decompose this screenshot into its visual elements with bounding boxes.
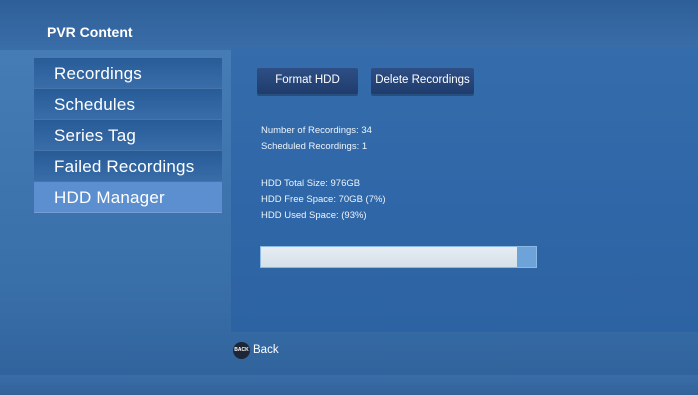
sidebar-item-failed-recordings[interactable]: Failed Recordings	[34, 151, 222, 182]
sidebar-item-recordings[interactable]: Recordings	[34, 58, 222, 89]
format-hdd-label: Format HDD	[275, 74, 340, 86]
sidebar-item-hdd-manager[interactable]: HDD Manager	[34, 182, 222, 213]
scheduled-count: Scheduled Recordings: 1	[261, 141, 368, 152]
hdd-usage-bar	[260, 246, 537, 268]
sidebar-item-label: Failed Recordings	[54, 157, 195, 176]
hdd-total-size: HDD Total Size: 976GB	[261, 178, 361, 189]
hdd-free-space: HDD Free Space: 70GB (7%)	[261, 194, 386, 205]
bottom-strip	[0, 375, 698, 395]
recordings-count: Number of Recordings: 34	[261, 125, 372, 136]
sidebar-item-label: HDD Manager	[54, 188, 165, 207]
back-label: Back	[253, 344, 279, 356]
sidebar-item-label: Schedules	[54, 95, 136, 114]
delete-recordings-label: Delete Recordings	[375, 74, 470, 86]
pvr-screen: PVR Content Recordings Schedules Series …	[0, 0, 698, 395]
delete-recordings-button[interactable]: Delete Recordings	[371, 68, 474, 94]
sidebar-item-label: Recordings	[54, 64, 142, 83]
sidebar-item-schedules[interactable]: Schedules	[34, 89, 222, 120]
back-icon: BACK	[233, 342, 250, 359]
page-title: PVR Content	[47, 24, 133, 40]
sidebar-item-label: Series Tag	[54, 126, 137, 145]
hdd-usage-fill	[261, 247, 517, 267]
sidebar-item-series-tag[interactable]: Series Tag	[34, 120, 222, 151]
hdd-used-space: HDD Used Space: (93%)	[261, 210, 367, 221]
header-bar: PVR Content	[0, 0, 698, 50]
sidebar-menu: Recordings Schedules Series Tag Failed R…	[34, 58, 222, 216]
format-hdd-button[interactable]: Format HDD	[257, 68, 358, 94]
